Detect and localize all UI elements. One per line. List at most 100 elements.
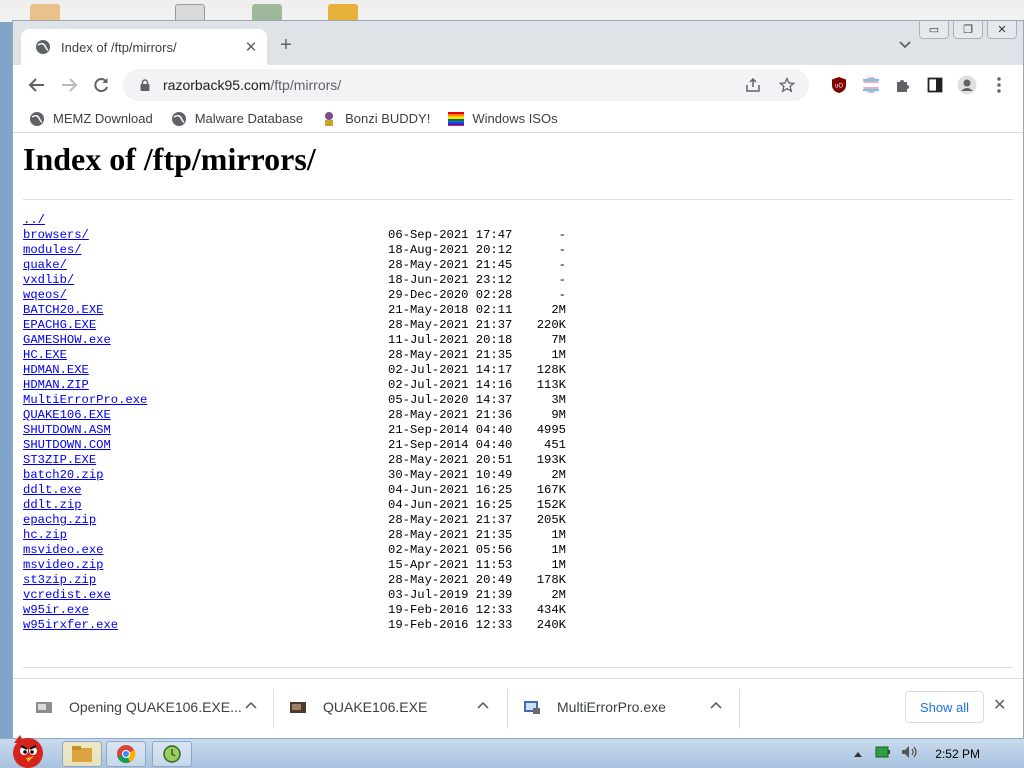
chevron-down-icon[interactable] <box>895 37 915 57</box>
listing-row: vcredist.exe 03-Jul-2019 21:39 2M <box>23 588 566 603</box>
puzzle-icon[interactable] <box>893 75 913 95</box>
chrome-icon <box>117 745 136 763</box>
tab-active[interactable]: Index of /ftp/mirrors/ ✕ <box>21 29 267 65</box>
globe-icon <box>30 111 44 126</box>
globe-icon <box>36 40 50 54</box>
download-item[interactable]: QUAKE106.EXE <box>289 687 427 727</box>
file-link[interactable]: QUAKE106.EXE <box>23 408 111 422</box>
forward-button[interactable] <box>57 73 81 97</box>
file-size: 220K <box>536 318 566 332</box>
reload-button[interactable] <box>89 73 113 97</box>
download-label: Opening QUAKE106.EXE... <box>69 699 242 715</box>
listing-row: w95ir.exe 19-Feb-2016 12:33 434K <box>23 603 566 618</box>
file-link[interactable]: ddlt.exe <box>23 483 82 497</box>
taskbar-app-button[interactable] <box>152 741 192 767</box>
file-link[interactable]: msvideo.zip <box>23 558 103 572</box>
menu-kebab-icon[interactable] <box>989 75 1009 95</box>
taskbar-explorer-button[interactable] <box>62 741 102 767</box>
bookmark-label: Malware Database <box>194 111 304 126</box>
taskbar-chrome-button[interactable] <box>106 741 146 767</box>
listing-row: wqeos/29-Dec-2020 02:28- <box>23 288 566 303</box>
chevron-up-icon[interactable] <box>710 701 722 709</box>
listing-row: ddlt.exe 04-Jun-2021 16:25 167K <box>23 483 566 498</box>
file-link[interactable]: wqeos/ <box>23 288 67 302</box>
listing-row: batch20.zip 30-May-2021 10:49 2M <box>23 468 566 483</box>
profile-avatar-icon[interactable] <box>957 75 977 95</box>
taskbar-clock[interactable]: 2:52 PM <box>935 747 980 761</box>
file-size: - <box>558 228 566 242</box>
download-item[interactable]: MultiErrorPro.exe <box>523 687 666 727</box>
file-link[interactable]: vcredist.exe <box>23 588 111 602</box>
address-bar[interactable]: razorback95.com/ftp/mirrors/ <box>123 69 809 101</box>
listing-row: st3zip.zip 28-May-2021 20:49 178K <box>23 573 566 588</box>
new-tab-button[interactable]: + <box>275 35 297 57</box>
file-link[interactable]: browsers/ <box>23 228 89 242</box>
arrow-right-icon <box>62 78 78 92</box>
bookmark-star-icon[interactable] <box>777 75 797 95</box>
file-link[interactable]: EPACHG.EXE <box>23 318 96 332</box>
file-size: 9M <box>551 408 566 422</box>
listing-row: epachg.zip 28-May-2021 21:37 205K <box>23 513 566 528</box>
close-window-button[interactable]: ✕ <box>987 21 1017 39</box>
bookmark-bonzi-buddy[interactable]: Bonzi BUDDY! <box>321 111 430 127</box>
download-item[interactable]: Opening QUAKE106.EXE... <box>35 687 242 727</box>
file-link[interactable]: modules/ <box>23 243 82 257</box>
file-link[interactable]: HDMAN.EXE <box>23 363 89 377</box>
file-link[interactable]: ../ <box>23 213 45 227</box>
file-link[interactable]: SHUTDOWN.COM <box>23 438 111 452</box>
file-link[interactable]: w95ir.exe <box>23 603 89 617</box>
file-link[interactable]: batch20.zip <box>23 468 103 482</box>
file-link[interactable]: ST3ZIP.EXE <box>23 453 96 467</box>
svg-text:uO: uO <box>835 84 843 90</box>
file-link[interactable]: ddlt.zip <box>23 498 82 512</box>
close-tab-icon[interactable]: ✕ <box>241 37 261 57</box>
file-size: 113K <box>536 378 566 392</box>
file-link[interactable]: vxdlib/ <box>23 273 74 287</box>
window-controls: ▭ ❐ ✕ <box>919 21 1017 39</box>
extension-icon[interactable] <box>861 75 881 95</box>
file-link[interactable]: HDMAN.ZIP <box>23 378 89 392</box>
file-link[interactable]: msvideo.exe <box>23 543 103 557</box>
file-size: 167K <box>536 483 566 497</box>
side-panel-icon[interactable] <box>925 75 945 95</box>
tab-title: Index of /ftp/mirrors/ <box>61 39 177 55</box>
file-link[interactable]: hc.zip <box>23 528 67 542</box>
listing-row: QUAKE106.EXE 28-May-2021 21:36 9M <box>23 408 566 423</box>
file-link[interactable]: epachg.zip <box>23 513 96 527</box>
desktop-background <box>0 0 1024 22</box>
file-link[interactable]: MultiErrorPro.exe <box>23 393 147 407</box>
installer-icon <box>290 702 306 713</box>
file-link[interactable]: st3zip.zip <box>23 573 96 587</box>
file-size: 2M <box>551 303 566 317</box>
listing-row: ST3ZIP.EXE 28-May-2021 20:51 193K <box>23 453 566 468</box>
close-icon[interactable]: ✕ <box>993 695 1006 715</box>
bookmark-windows-isos[interactable]: Windows ISOs <box>448 111 558 127</box>
file-link[interactable]: SHUTDOWN.ASM <box>23 423 111 437</box>
file-link[interactable]: quake/ <box>23 258 67 272</box>
bookmark-malware-database[interactable]: Malware Database <box>171 111 303 127</box>
battery-icon[interactable] <box>875 745 891 763</box>
show-all-button[interactable]: Show all <box>905 691 984 723</box>
volume-icon[interactable] <box>901 745 919 764</box>
ublock-extension-icon[interactable]: uO <box>829 75 849 95</box>
bookmark-memz[interactable]: MEMZ Download <box>29 111 153 127</box>
file-link[interactable]: w95irxfer.exe <box>23 618 118 632</box>
file-link[interactable]: BATCH20.EXE <box>23 303 103 317</box>
back-button[interactable] <box>25 73 49 97</box>
file-size: 1M <box>551 348 566 362</box>
show-hidden-icons-icon[interactable] <box>853 745 863 763</box>
listing-row: SHUTDOWN.COM 21-Sep-2014 04:40 451 <box>23 438 566 453</box>
maximize-button[interactable]: ❐ <box>953 21 983 39</box>
listing-row: browsers/06-Sep-2021 17:47- <box>23 228 566 243</box>
chevron-up-icon[interactable] <box>477 701 489 709</box>
share-icon[interactable] <box>743 75 763 95</box>
chevron-up-icon[interactable] <box>245 701 257 709</box>
page-content: Index of /ftp/mirrors/ ../browsers/06-Se… <box>13 133 1023 678</box>
minimize-button[interactable]: ▭ <box>919 21 949 39</box>
file-size: 451 <box>544 438 566 452</box>
start-button[interactable] <box>4 731 52 768</box>
windows-flag-icon <box>448 111 465 126</box>
file-link[interactable]: GAMESHOW.exe <box>23 333 111 347</box>
file-link[interactable]: HC.EXE <box>23 348 67 362</box>
file-size: 1M <box>551 543 566 557</box>
